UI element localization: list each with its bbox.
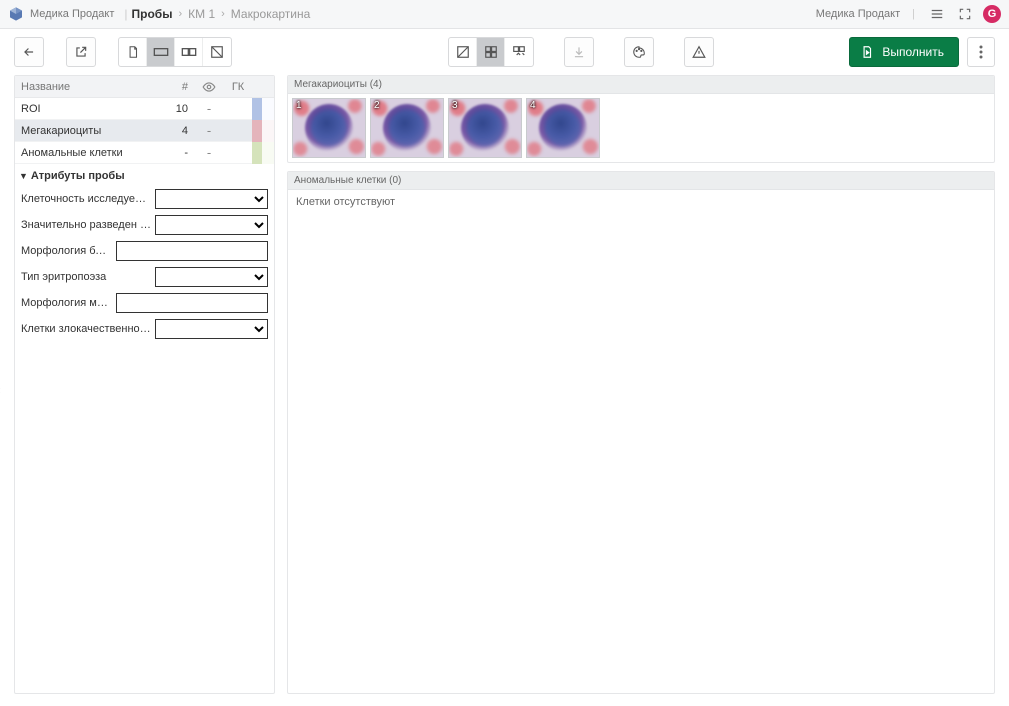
attribute-select[interactable] (155, 319, 268, 339)
row-count: - (162, 147, 194, 159)
cell-thumbnail[interactable]: 3 (448, 98, 522, 158)
view-mode-group (118, 37, 232, 67)
crumb-root[interactable]: Пробы (132, 7, 173, 21)
collapse-left-icon[interactable]: ‹ (0, 385, 1, 397)
warning-button[interactable] (684, 37, 714, 67)
cell-thumbnail[interactable]: 1 (292, 98, 366, 158)
row-color-bar (252, 142, 262, 164)
view-contrast-button[interactable] (203, 38, 231, 66)
attribute-select[interactable] (155, 267, 268, 287)
app-logo-icon (8, 6, 24, 22)
panel-body: Клетки отсутствуют (288, 190, 994, 214)
row-name: Аномальные клетки (15, 147, 162, 159)
menu-icon[interactable] (927, 4, 947, 24)
user-badge[interactable]: G (983, 5, 1001, 23)
table-row[interactable]: Аномальные клетки-- (15, 142, 274, 164)
attribute-label: Тип эритропоэза (21, 271, 151, 283)
header: Медика Продакт | Пробы › КМ 1 › Макрокар… (0, 0, 1009, 29)
attribute-row: Тип эритропоэза (21, 266, 268, 288)
row-name: ROI (15, 103, 162, 115)
view-wide-button[interactable] (147, 38, 175, 66)
row-vis[interactable]: - (194, 123, 224, 138)
thumb-index: 1 (296, 100, 302, 111)
attribute-select[interactable] (155, 215, 268, 235)
empty-message: Клетки отсутствуют (296, 196, 986, 208)
col-visibility-icon[interactable] (194, 80, 224, 94)
grid-alt-button[interactable] (505, 38, 533, 66)
thumb-index: 4 (530, 100, 536, 111)
col-gk[interactable]: ГК (224, 81, 252, 93)
grid-mode-group (448, 37, 534, 67)
row-vis[interactable]: - (194, 145, 224, 160)
row-count: 4 (162, 125, 194, 137)
fullscreen-icon[interactable] (955, 4, 975, 24)
run-button-label: Выполнить (882, 45, 944, 59)
cell-thumbnail[interactable]: 2 (370, 98, 444, 158)
panel-title: Мегакариоциты (4) (288, 76, 994, 94)
chevron-right-icon: › (221, 8, 225, 20)
main-content: Мегакариоциты (4) 1 2 3 4 Аномальные клетки (… (287, 75, 995, 694)
cell-thumbnail[interactable]: 4 (526, 98, 600, 158)
back-button[interactable] (14, 37, 44, 67)
table-row[interactable]: Мегакариоциты4- (15, 120, 274, 142)
download-button[interactable] (564, 37, 594, 67)
chevron-right-icon: › (178, 8, 182, 20)
row-swatch (262, 142, 274, 164)
attribute-label: Морфология мегакариоцитов (21, 297, 112, 309)
attribute-select[interactable] (155, 189, 268, 209)
attribute-input[interactable] (116, 241, 268, 261)
attribute-row: Клеточность исследуемого ... (21, 188, 268, 210)
row-color-bar (252, 98, 262, 120)
grid-button[interactable] (477, 38, 505, 66)
table-header: Название # ГК (15, 76, 274, 98)
table-row[interactable]: ROI10- (15, 98, 274, 120)
panel-title: Аномальные клетки (0) (288, 172, 994, 190)
thumb-index: 3 (452, 100, 458, 111)
thumb-index: 2 (374, 100, 380, 111)
row-swatch (262, 98, 274, 120)
run-button[interactable]: Выполнить (849, 37, 959, 67)
panel-body: 1 2 3 4 (288, 94, 994, 162)
attribute-label: Клеточность исследуемого ... (21, 193, 151, 205)
attribute-row: Клетки злокачественного но... (21, 318, 268, 340)
attribute-input[interactable] (116, 293, 268, 313)
class-table: ROI10-Мегакариоциты4-Аномальные клетки-- (15, 98, 274, 164)
attribute-row: Морфология бластов (21, 240, 268, 262)
row-name: Мегакариоциты (15, 125, 162, 137)
image-panel: Аномальные клетки (0) Клетки отсутствуют (287, 171, 995, 694)
attributes-heading[interactable]: ▼ Атрибуты пробы (15, 164, 274, 188)
row-swatch (262, 120, 274, 142)
attribute-row: Значительно разведен пери... (21, 214, 268, 236)
external-button[interactable] (66, 37, 96, 67)
separator: | (912, 8, 915, 20)
col-name[interactable]: Название (15, 81, 162, 93)
toolbar: Выполнить (0, 29, 1009, 75)
view-split-button[interactable] (175, 38, 203, 66)
row-vis[interactable]: - (194, 101, 224, 116)
crumb-leaf: Макрокартина (231, 7, 311, 21)
header-right-label: Медика Продакт (816, 8, 900, 20)
attribute-label: Морфология бластов (21, 245, 112, 257)
col-count[interactable]: # (162, 81, 194, 93)
row-color-bar (252, 120, 262, 142)
attribute-label: Значительно разведен пери... (21, 219, 151, 231)
image-panel: Мегакариоциты (4) 1 2 3 4 (287, 75, 995, 163)
caret-down-icon: ▼ (19, 171, 28, 181)
app-name: Медика Продакт (30, 8, 114, 20)
more-button[interactable] (967, 37, 995, 67)
attribute-label: Клетки злокачественного но... (21, 323, 151, 335)
crumb-mid[interactable]: КМ 1 (188, 7, 215, 21)
view-doc-button[interactable] (119, 38, 147, 66)
attributes-list: Клеточность исследуемого ... Значительно … (15, 188, 274, 348)
breadcrumb: Пробы › КМ 1 › Макрокартина (132, 7, 311, 21)
play-doc-icon (860, 45, 874, 59)
body: ‹ Название # ГК ROI10-Мегакариоциты4-Ано… (0, 75, 1009, 706)
separator: | (124, 7, 127, 21)
sidebar: Название # ГК ROI10-Мегакариоциты4-Анома… (14, 75, 275, 694)
row-count: 10 (162, 103, 194, 115)
single-image-button[interactable] (449, 38, 477, 66)
palette-button[interactable] (624, 37, 654, 67)
attribute-row: Морфология мегакариоцитов (21, 292, 268, 314)
